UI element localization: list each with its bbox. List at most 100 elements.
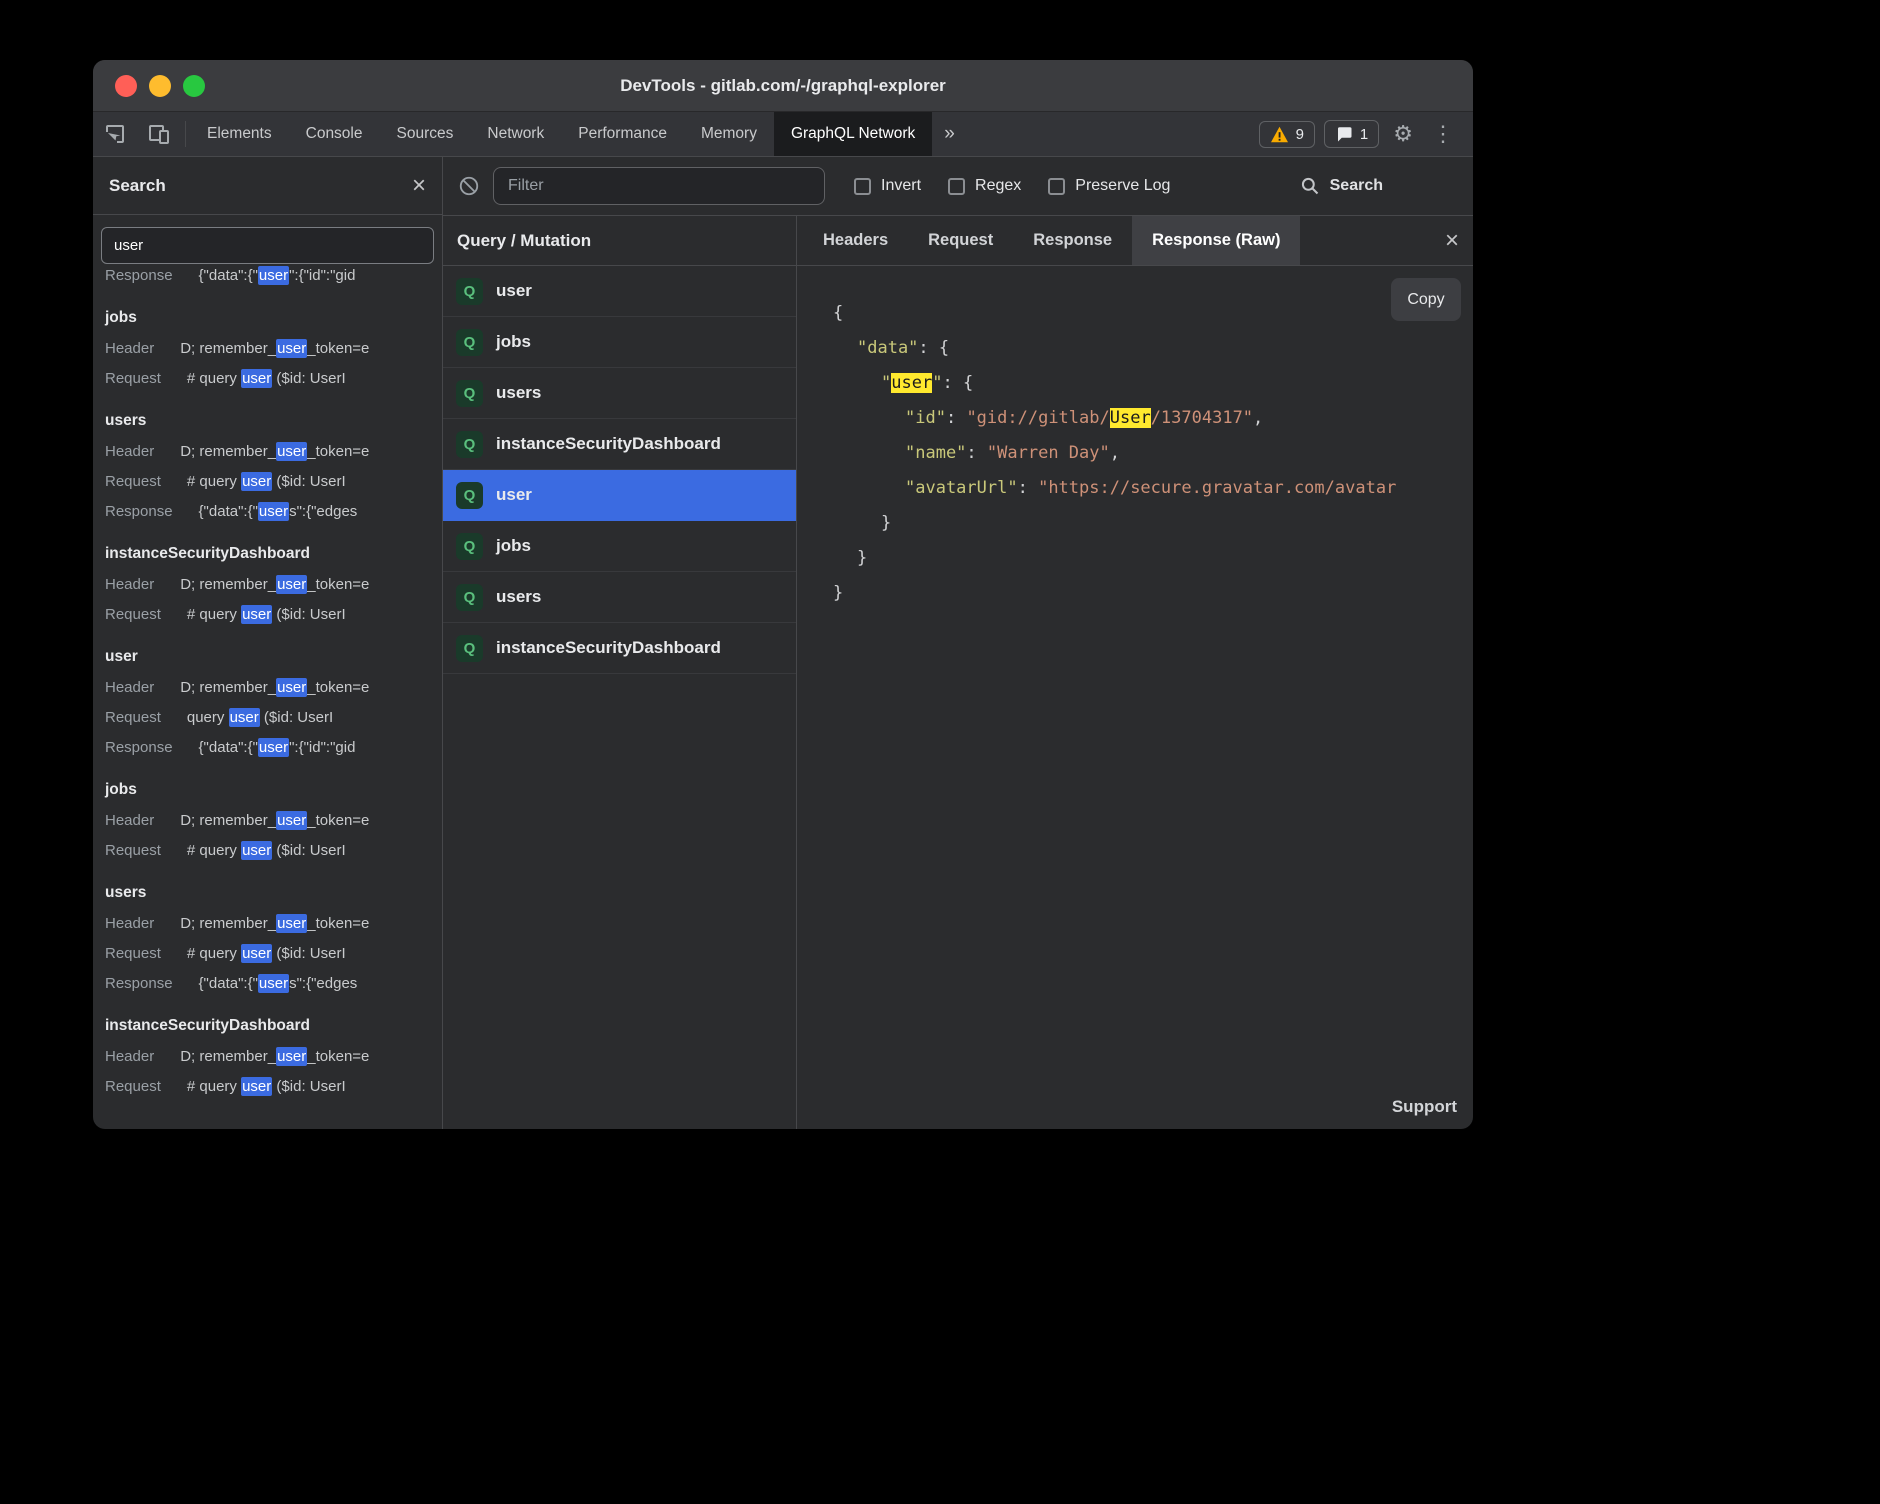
zoom-window-button[interactable] bbox=[183, 75, 205, 97]
search-panel-header: Search × bbox=[93, 157, 442, 215]
tab-network[interactable]: Network bbox=[470, 112, 561, 156]
search-result-line[interactable]: Request# query user ($id: UserI bbox=[105, 836, 430, 866]
tab-performance[interactable]: Performance bbox=[561, 112, 684, 156]
result-line-text: D; remember_ bbox=[180, 915, 276, 932]
result-line-text: ":{"id":"gid bbox=[289, 739, 355, 756]
search-result-line[interactable]: Requestquery user ($id: UserI bbox=[105, 703, 430, 733]
tab-response-raw[interactable]: Response (Raw) bbox=[1132, 216, 1300, 265]
titlebar: DevTools - gitlab.com/-/graphql-explorer bbox=[93, 60, 1473, 112]
query-row[interactable]: Qjobs bbox=[443, 317, 796, 368]
search-result-title[interactable]: users bbox=[105, 410, 430, 432]
checkbox-box-regex[interactable] bbox=[948, 178, 965, 195]
json-token: /13704317" bbox=[1151, 408, 1253, 428]
checkbox-box-invert[interactable] bbox=[854, 178, 871, 195]
tab-elements[interactable]: Elements bbox=[190, 112, 289, 156]
message-count: 1 bbox=[1360, 126, 1368, 143]
result-line-text: query bbox=[187, 709, 229, 726]
search-result-line[interactable]: HeaderD; remember_user_token=e bbox=[105, 334, 430, 364]
tab-graphql-network[interactable]: GraphQL Network bbox=[774, 112, 932, 156]
search-result-line[interactable]: Response{"data":{"users":{"edges bbox=[105, 969, 430, 999]
close-window-button[interactable] bbox=[115, 75, 137, 97]
issues-warning-badge[interactable]: 9 bbox=[1259, 121, 1315, 148]
result-line-label: Request bbox=[105, 473, 161, 490]
search-input[interactable] bbox=[101, 227, 434, 264]
query-row[interactable]: QinstanceSecurityDashboard bbox=[443, 419, 796, 470]
tab-console[interactable]: Console bbox=[289, 112, 380, 156]
search-result-line[interactable]: Request# query user ($id: UserI bbox=[105, 364, 430, 394]
search-result-line[interactable]: Response{"data":{"user":{"id":"gid bbox=[105, 266, 430, 291]
tab-request[interactable]: Request bbox=[908, 216, 1013, 265]
search-match-highlight: user bbox=[891, 373, 932, 393]
search-result-title[interactable]: jobs bbox=[105, 307, 430, 329]
more-panels-button[interactable]: » bbox=[932, 112, 967, 156]
search-result-line[interactable]: Request# query user ($id: UserI bbox=[105, 600, 430, 630]
checkbox-box-preserve-log[interactable] bbox=[1048, 178, 1065, 195]
messages-badge[interactable]: 1 bbox=[1324, 120, 1379, 148]
search-result-title[interactable]: instanceSecurityDashboard bbox=[105, 543, 430, 565]
query-rows: QuserQjobsQusersQinstanceSecurityDashboa… bbox=[443, 266, 796, 1129]
match-highlight: user bbox=[229, 708, 260, 727]
checkbox-label-invert: Invert bbox=[881, 177, 921, 195]
inspect-element-icon[interactable] bbox=[93, 112, 137, 156]
checkbox-regex[interactable]: Regex bbox=[948, 177, 1021, 195]
json-token: "Warren Day" bbox=[987, 443, 1110, 463]
query-row[interactable]: Quser bbox=[443, 470, 796, 521]
search-result-line[interactable]: Request# query user ($id: UserI bbox=[105, 939, 430, 969]
settings-gear-icon[interactable]: ⚙ bbox=[1388, 123, 1418, 145]
search-panel: Search × Response{"data":{"user":{"id":"… bbox=[93, 157, 443, 1129]
query-row[interactable]: QinstanceSecurityDashboard bbox=[443, 623, 796, 674]
search-result-title[interactable]: instanceSecurityDashboard bbox=[105, 1015, 430, 1037]
tab-headers[interactable]: Headers bbox=[803, 216, 908, 265]
search-result-line[interactable]: HeaderD; remember_user_token=e bbox=[105, 909, 430, 939]
search-result-title[interactable]: users bbox=[105, 882, 430, 904]
query-row[interactable]: Qusers bbox=[443, 368, 796, 419]
copy-button[interactable]: Copy bbox=[1391, 278, 1461, 321]
checkbox-invert[interactable]: Invert bbox=[854, 177, 921, 195]
close-search-panel-icon[interactable]: × bbox=[412, 174, 426, 198]
filter-input[interactable] bbox=[493, 167, 825, 205]
tab-sources[interactable]: Sources bbox=[380, 112, 471, 156]
search-result-line[interactable]: Request# query user ($id: UserI bbox=[105, 467, 430, 497]
json-token: : bbox=[946, 408, 966, 428]
json-token: "gid://gitlab/ bbox=[966, 408, 1109, 428]
kebab-menu-icon[interactable]: ⋮ bbox=[1427, 123, 1459, 145]
search-control[interactable]: Search bbox=[1300, 176, 1383, 196]
query-row[interactable]: Qusers bbox=[443, 572, 796, 623]
search-result-line[interactable]: Request# query user ($id: UserI bbox=[105, 1072, 430, 1102]
match-highlight: user bbox=[241, 841, 272, 860]
search-result-line[interactable]: HeaderD; remember_user_token=e bbox=[105, 1042, 430, 1072]
search-result-title[interactable]: jobs bbox=[105, 779, 430, 801]
search-result-line[interactable]: HeaderD; remember_user_token=e bbox=[105, 570, 430, 600]
minimize-window-button[interactable] bbox=[149, 75, 171, 97]
search-result-line[interactable]: Response{"data":{"users":{"edges bbox=[105, 497, 430, 527]
result-line-label: Header bbox=[105, 915, 154, 932]
close-details-icon[interactable]: × bbox=[1445, 229, 1459, 253]
result-line-label: Header bbox=[105, 340, 154, 357]
search-result-line[interactable]: HeaderD; remember_user_token=e bbox=[105, 673, 430, 703]
checkbox-preserve-log[interactable]: Preserve Log bbox=[1048, 177, 1170, 195]
tab-memory[interactable]: Memory bbox=[684, 112, 774, 156]
search-result-line[interactable]: HeaderD; remember_user_token=e bbox=[105, 437, 430, 467]
toolbar-divider bbox=[185, 121, 186, 147]
result-line-label: Response bbox=[105, 503, 173, 520]
json-token: "id" bbox=[905, 408, 946, 428]
query-row-label: user bbox=[496, 281, 532, 301]
result-line-text: ($id: UserI bbox=[272, 473, 345, 490]
tab-response[interactable]: Response bbox=[1013, 216, 1132, 265]
query-list-header: Query / Mutation bbox=[443, 216, 796, 266]
result-line-text: _token=e bbox=[307, 443, 369, 460]
support-link[interactable]: Support bbox=[1392, 1097, 1457, 1117]
search-result-line[interactable]: HeaderD; remember_user_token=e bbox=[105, 806, 430, 836]
query-row[interactable]: Qjobs bbox=[443, 521, 796, 572]
json-line: } bbox=[833, 506, 1467, 541]
result-line-text: _token=e bbox=[307, 679, 369, 696]
query-row[interactable]: Quser bbox=[443, 266, 796, 317]
query-type-badge: Q bbox=[456, 533, 483, 560]
block-requests-icon[interactable] bbox=[458, 175, 480, 197]
match-highlight: user bbox=[276, 914, 307, 933]
search-result-line[interactable]: Response{"data":{"user":{"id":"gid bbox=[105, 733, 430, 763]
json-token: { bbox=[833, 303, 843, 323]
search-result-title[interactable]: user bbox=[105, 646, 430, 668]
search-result-section: jobs HeaderD; remember_user_token=eReques… bbox=[105, 779, 430, 866]
device-toolbar-icon[interactable] bbox=[137, 112, 181, 156]
